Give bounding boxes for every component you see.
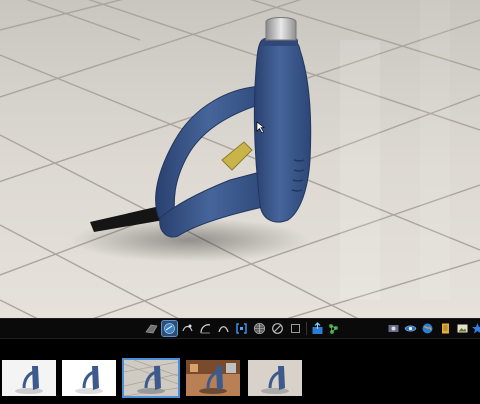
gallery-icon	[457, 324, 468, 333]
curve-icon	[200, 324, 211, 334]
scene-settings-button[interactable]	[386, 321, 401, 336]
panel-divider	[0, 338, 480, 357]
bracket-frame-icon	[236, 323, 247, 334]
floor-plane-button[interactable]	[144, 321, 159, 336]
thumbnail-image	[248, 360, 302, 396]
bracket-frame-button[interactable]	[234, 321, 249, 336]
star-icon	[472, 323, 480, 334]
thumbnail-image	[2, 360, 56, 396]
material-button[interactable]	[180, 321, 195, 336]
thumbnail-image	[62, 360, 116, 396]
toolbar-separator	[306, 322, 307, 335]
document-icon	[442, 323, 449, 334]
metal-nozzle	[265, 17, 297, 41]
thumbnail-white-background[interactable]	[2, 360, 56, 396]
gun-body	[253, 36, 312, 223]
box-button[interactable]	[288, 321, 303, 336]
3d-viewport[interactable]	[0, 0, 480, 318]
globe-button[interactable]	[420, 321, 435, 336]
texture-icon	[164, 323, 175, 334]
globe-icon	[422, 323, 433, 334]
molecule-icon	[329, 324, 338, 334]
texture-button[interactable]	[161, 320, 178, 337]
export-icon	[312, 322, 323, 334]
curve-button[interactable]	[198, 321, 213, 336]
thumbnail-gray-studio[interactable]	[248, 360, 302, 396]
grid-icon	[253, 322, 266, 335]
thumbnail-image	[186, 360, 240, 396]
grid-button[interactable]	[252, 321, 267, 336]
circle-slash-button[interactable]	[270, 321, 285, 336]
thumbnail-white-studio[interactable]	[62, 360, 116, 396]
arc-icon	[218, 326, 229, 333]
scene-render	[0, 0, 480, 318]
box-icon	[291, 324, 300, 333]
environment-thumbnail-strip	[0, 356, 480, 404]
thumbnail-workshop[interactable]	[186, 360, 240, 396]
material-icon	[182, 324, 193, 332]
favorite-button[interactable]	[470, 321, 480, 336]
thumbnail-tile-floor[interactable]	[122, 358, 180, 398]
molecule-button[interactable]	[326, 321, 341, 336]
circle-slash-icon	[272, 323, 283, 334]
document-button[interactable]	[438, 321, 453, 336]
export-button[interactable]	[310, 321, 325, 336]
viewer-toolbar	[0, 318, 480, 339]
floor-plane-icon	[145, 324, 158, 334]
arc-button[interactable]	[216, 321, 231, 336]
eye-icon	[404, 325, 417, 332]
scene-settings-icon	[388, 325, 399, 332]
eye-button[interactable]	[403, 321, 418, 336]
gallery-button[interactable]	[455, 321, 470, 336]
thumbnail-image	[124, 360, 178, 396]
